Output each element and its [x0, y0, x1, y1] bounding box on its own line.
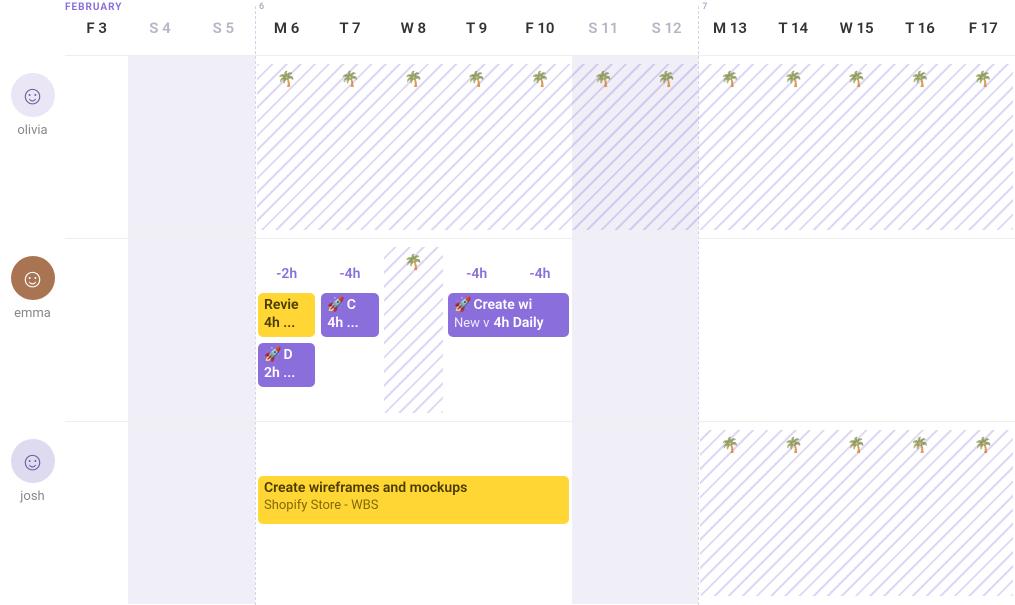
- palm-icon: 🌴: [255, 70, 318, 90]
- day-header[interactable]: S 11: [572, 0, 635, 55]
- person-name: emma: [14, 306, 51, 321]
- day-header[interactable]: M 137: [698, 0, 761, 55]
- task-card-design1[interactable]: 🚀D2h ...: [258, 343, 315, 387]
- palm-icon: 🌴: [762, 436, 825, 456]
- task-card-wireframes[interactable]: Create wireframes and mockupsShopify Sto…: [258, 476, 569, 524]
- day-header[interactable]: W 8: [382, 0, 445, 55]
- person-name: olivia: [17, 123, 47, 138]
- schedule-row: 🌴🌴🌴🌴🌴Create wireframes and mockupsShopif…: [65, 421, 1015, 604]
- task-meta: 4h ...: [327, 315, 372, 333]
- task-subtitle: Shopify Store - WBS: [264, 498, 563, 514]
- day-cell[interactable]: [698, 239, 761, 421]
- palm-icon-row: 🌴: [382, 253, 445, 273]
- day-header[interactable]: T 14: [762, 0, 825, 55]
- palm-icon: 🌴: [888, 436, 951, 456]
- day-header[interactable]: S 4: [128, 0, 191, 55]
- day-header[interactable]: M 66: [255, 0, 318, 55]
- day-header[interactable]: W 15: [825, 0, 888, 55]
- task-card-review[interactable]: Revie4h ...: [258, 293, 315, 337]
- task-card-create2[interactable]: 🚀Create wiNew v4h Daily: [448, 293, 569, 337]
- task-title: 🚀Create wi: [454, 297, 563, 315]
- person-josh[interactable]: ☺ josh: [0, 421, 65, 604]
- hours-delta: -4h: [445, 266, 508, 282]
- day-header[interactable]: F 10: [508, 0, 571, 55]
- person-name: josh: [20, 489, 44, 504]
- task-title: Create wireframes and mockups: [264, 480, 563, 498]
- palm-icon-row: 🌴🌴🌴🌴🌴: [698, 436, 1015, 456]
- palm-icon: 🌴: [318, 70, 381, 90]
- day-cell[interactable]: [572, 239, 635, 421]
- schedule-row: 🌴🌴🌴🌴🌴🌴🌴🌴🌴🌴🌴🌴: [65, 55, 1015, 238]
- people-sidebar: ☺ olivia ☺ emma ☺ josh: [0, 55, 65, 604]
- day-cell[interactable]: [128, 422, 191, 604]
- task-card-create1[interactable]: 🚀C4h ...: [321, 293, 378, 337]
- week-number: 6: [259, 2, 264, 12]
- palm-icon: 🌴: [508, 70, 571, 90]
- palm-icon: 🌴: [825, 70, 888, 90]
- hours-delta: -2h: [255, 266, 318, 282]
- day-header[interactable]: S 12: [635, 0, 698, 55]
- palm-icon: 🌴: [952, 70, 1015, 90]
- calendar-header: F 3S 4S 5M 66T 7W 8T 9F 10S 11S 12M 137T…: [65, 0, 1015, 55]
- palm-icon: 🌴: [698, 70, 761, 90]
- day-cell[interactable]: [65, 239, 128, 421]
- day-header[interactable]: S 5: [192, 0, 255, 55]
- palm-icon: 🌴: [572, 70, 635, 90]
- palm-icon: 🌴: [382, 253, 445, 273]
- palm-icon-row: 🌴🌴🌴🌴🌴🌴🌴🌴🌴🌴🌴🌴: [255, 70, 1015, 90]
- day-cell[interactable]: [192, 239, 255, 421]
- schedule-row: 🌴-2h-4h-4h-4hRevie4h ...🚀D2h ...🚀C4h ...…: [65, 238, 1015, 421]
- task-title: Revie: [264, 297, 309, 315]
- day-cell[interactable]: [65, 422, 128, 604]
- hours-delta: -4h: [508, 266, 571, 282]
- day-cell[interactable]: [572, 422, 635, 604]
- day-cell[interactable]: [952, 239, 1015, 421]
- avatar: ☺: [11, 256, 55, 300]
- palm-icon: 🌴: [445, 70, 508, 90]
- day-cell[interactable]: [762, 239, 825, 421]
- day-cell[interactable]: [192, 422, 255, 604]
- palm-icon: 🌴: [762, 70, 825, 90]
- person-emma[interactable]: ☺ emma: [0, 238, 65, 421]
- task-meta: 4h ...: [264, 315, 309, 333]
- calendar-grid: 🌴🌴🌴🌴🌴🌴🌴🌴🌴🌴🌴🌴🌴-2h-4h-4h-4hRevie4h ...🚀D2h…: [65, 55, 1015, 604]
- day-header[interactable]: F 3: [65, 0, 128, 55]
- avatar: ☺: [11, 439, 55, 483]
- day-cell[interactable]: [825, 239, 888, 421]
- hours-delta: -4h: [318, 266, 381, 282]
- person-olivia[interactable]: ☺ olivia: [0, 55, 65, 238]
- day-cell[interactable]: [128, 239, 191, 421]
- palm-icon: 🌴: [382, 70, 445, 90]
- day-header[interactable]: F 17: [952, 0, 1015, 55]
- task-title: 🚀D: [264, 347, 309, 365]
- rocket-icon: 🚀: [327, 297, 344, 313]
- day-cell[interactable]: [888, 239, 951, 421]
- avatar: ☺: [11, 73, 55, 117]
- palm-icon: 🌴: [952, 436, 1015, 456]
- day-cell[interactable]: [635, 239, 698, 421]
- day-cell[interactable]: [192, 56, 255, 238]
- day-cell[interactable]: [635, 422, 698, 604]
- task-meta: 2h ...: [264, 365, 309, 383]
- day-header[interactable]: T 9: [445, 0, 508, 55]
- palm-icon: 🌴: [888, 70, 951, 90]
- palm-icon: 🌴: [635, 70, 698, 90]
- day-cell[interactable]: [128, 56, 191, 238]
- day-cell[interactable]: [65, 56, 128, 238]
- week-number: 7: [702, 2, 707, 12]
- rocket-icon: 🚀: [264, 347, 281, 363]
- palm-icon: 🌴: [698, 436, 761, 456]
- day-header[interactable]: T 16: [888, 0, 951, 55]
- task-meta: New v4h Daily: [454, 315, 563, 333]
- rocket-icon: 🚀: [454, 297, 471, 313]
- day-header[interactable]: T 7: [318, 0, 381, 55]
- task-title: 🚀C: [327, 297, 372, 315]
- task-prefix: New v: [454, 316, 489, 331]
- palm-icon: 🌴: [825, 436, 888, 456]
